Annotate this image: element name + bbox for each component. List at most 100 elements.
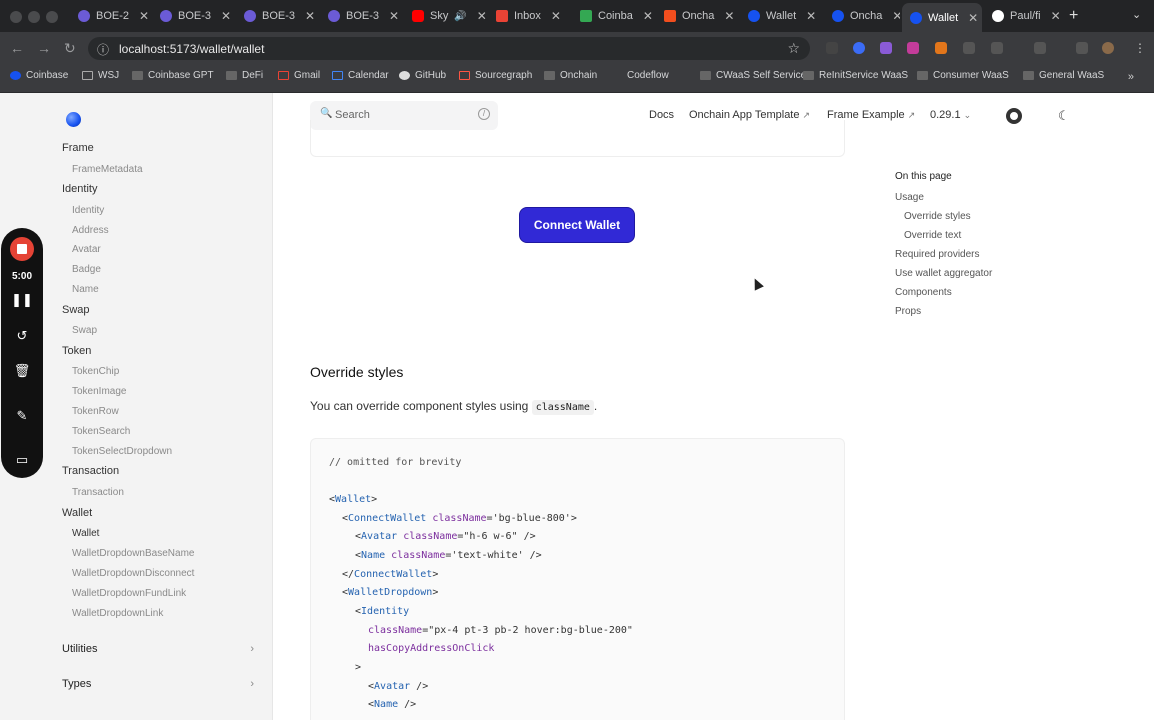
sidebar-item-tokensearch[interactable]: TokenSearch xyxy=(72,426,130,437)
sidebar-item-walletdropdownlink[interactable]: WalletDropdownLink xyxy=(72,608,163,619)
bookmark-item[interactable]: GitHub xyxy=(399,70,446,81)
bookmark-item[interactable]: CWaaS Self Service xyxy=(700,70,806,81)
sidebar-item-transaction[interactable]: Transaction xyxy=(72,487,124,498)
sidebar-group-transaction[interactable]: Transaction xyxy=(62,465,119,477)
bookmark-item[interactable]: Sourcegraph xyxy=(459,70,532,81)
toc-link-usage[interactable]: Usage xyxy=(895,192,924,203)
close-tab-icon[interactable]: ✕ xyxy=(1051,9,1061,23)
close-tab-icon[interactable]: ✕ xyxy=(305,9,315,23)
close-tab-icon[interactable]: ✕ xyxy=(139,9,149,23)
browser-tab-active[interactable]: Wallet ✕ xyxy=(902,3,982,32)
restart-icon[interactable]: ↺ xyxy=(1,328,43,344)
browser-tab[interactable]: Coinba ✕ xyxy=(572,4,654,28)
sidebar-item-badge[interactable]: Badge xyxy=(72,264,101,275)
back-icon[interactable]: ← xyxy=(10,40,24,56)
side-panel-icon[interactable] xyxy=(1034,42,1046,54)
bookmark-item[interactable]: General WaaS xyxy=(1023,70,1104,81)
bookmark-item[interactable]: Codeflow xyxy=(627,70,669,81)
bookmark-item[interactable]: Coinbase GPT xyxy=(132,70,214,81)
browser-tab[interactable]: Sky 🔊 ✕ xyxy=(404,4,486,28)
sidebar-item-tokenrow[interactable]: TokenRow xyxy=(72,406,119,417)
extension-icon[interactable] xyxy=(826,42,838,54)
toc-link-override-styles[interactable]: Override styles xyxy=(904,211,971,222)
speaker-icon[interactable]: 🔊 xyxy=(454,11,466,22)
new-tab-icon[interactable]: + xyxy=(1069,7,1078,25)
theme-toggle-icon[interactable]: ☾ xyxy=(1058,108,1070,124)
onchainkit-logo[interactable] xyxy=(66,112,81,127)
browser-tab[interactable]: BOE-3 ✕ xyxy=(152,4,234,28)
sidebar-item-name[interactable]: Name xyxy=(72,284,99,295)
bookmark-item[interactable]: DeFi xyxy=(226,70,263,81)
minimize-window-button[interactable] xyxy=(28,11,40,23)
sidebar-item-swap[interactable]: Swap xyxy=(72,325,97,336)
sidebar-item-tokenchip[interactable]: TokenChip xyxy=(72,366,119,377)
draw-icon[interactable]: ✎ xyxy=(1,408,43,424)
bookmark-item[interactable]: ReInitService WaaS xyxy=(803,70,908,81)
sidebar-group-token[interactable]: Token xyxy=(62,345,91,357)
bookmark-item[interactable]: Onchain xyxy=(544,70,597,81)
browser-tab[interactable]: BOE-3 ✕ xyxy=(236,4,318,28)
sidebar-item-walletdropdowndisconnect[interactable]: WalletDropdownDisconnect xyxy=(72,568,194,579)
media-icon[interactable] xyxy=(1076,42,1088,54)
address-url[interactable]: localhost:5173/wallet/wallet xyxy=(119,42,264,56)
trash-icon[interactable]: 🗑 xyxy=(1,363,43,379)
toc-link-required-providers[interactable]: Required providers xyxy=(895,249,980,260)
browser-tab[interactable]: Oncha ✕ xyxy=(656,4,738,28)
forward-icon[interactable]: → xyxy=(37,40,51,56)
extension-icon[interactable] xyxy=(907,42,919,54)
sidebar-item-walletdropdownbasename[interactable]: WalletDropdownBaseName xyxy=(72,548,194,559)
close-tab-icon[interactable]: ✕ xyxy=(551,9,561,23)
sidebar-item-tokenimage[interactable]: TokenImage xyxy=(72,386,126,397)
bookmark-star-icon[interactable]: ☆ xyxy=(787,40,800,57)
reload-icon[interactable]: ↻ xyxy=(64,40,76,57)
maximize-window-button[interactable] xyxy=(46,11,58,23)
extensions-puzzle-icon[interactable] xyxy=(991,42,1003,54)
tab-search-chevron-icon[interactable]: ⌄ xyxy=(1132,8,1141,21)
pause-icon[interactable]: ❚❚ xyxy=(1,292,43,308)
sidebar-item-framemetadata[interactable]: FrameMetadata xyxy=(72,164,143,175)
close-window-button[interactable] xyxy=(10,11,22,23)
bookmark-item[interactable]: Consumer WaaS xyxy=(917,70,1009,81)
bookmark-item[interactable]: Calendar xyxy=(332,70,389,81)
profile-avatar[interactable] xyxy=(1102,42,1114,54)
close-tab-icon[interactable]: ✕ xyxy=(477,9,486,23)
browser-tab[interactable]: Oncha ✕ xyxy=(824,4,900,28)
browser-tab[interactable]: Paul/fi ✕ xyxy=(984,4,1064,28)
sidebar-collapsible-types[interactable]: Types › xyxy=(62,678,254,690)
metamask-icon[interactable] xyxy=(935,42,947,54)
sidebar-collapsible-utilities[interactable]: Utilities › xyxy=(62,643,254,655)
toc-link-use-wallet-aggregator[interactable]: Use wallet aggregator xyxy=(895,268,992,279)
toc-link-components[interactable]: Components xyxy=(895,287,952,298)
bookmark-item[interactable]: Gmail xyxy=(278,70,320,81)
sidebar-item-wallet[interactable]: Wallet xyxy=(72,528,99,539)
close-tab-icon[interactable]: ✕ xyxy=(968,11,978,25)
site-info-icon[interactable]: ⓘ xyxy=(97,41,109,58)
close-tab-icon[interactable]: ✕ xyxy=(221,9,231,23)
toc-link-props[interactable]: Props xyxy=(895,306,921,317)
sidebar-group-wallet[interactable]: Wallet xyxy=(62,507,92,519)
browser-tab[interactable]: BOE-3 ✕ xyxy=(320,4,402,28)
bookmark-item[interactable]: WSJ xyxy=(82,70,119,81)
address-bar[interactable]: ⓘ localhost:5173/wallet/wallet ☆ xyxy=(88,37,810,60)
version-dropdown[interactable]: 0.29.1 ⌄ xyxy=(930,109,971,121)
toc-link-override-text[interactable]: Override text xyxy=(904,230,961,241)
sidebar-item-tokenselectdropdown[interactable]: TokenSelectDropdown xyxy=(72,446,172,457)
sidebar-group-swap[interactable]: Swap xyxy=(62,304,90,316)
browser-tab[interactable]: BOE-2 ✕ xyxy=(70,4,150,28)
sidebar-item-avatar[interactable]: Avatar xyxy=(72,244,101,255)
bookmark-item[interactable]: Coinbase xyxy=(10,70,68,81)
sidebar-group-frame[interactable]: Frame xyxy=(62,142,94,154)
close-tab-icon[interactable]: ✕ xyxy=(806,9,816,23)
close-tab-icon[interactable]: ✕ xyxy=(892,9,900,23)
stop-recording-button[interactable] xyxy=(10,237,34,261)
sidebar-group-identity[interactable]: Identity xyxy=(62,183,97,195)
close-tab-icon[interactable]: ✕ xyxy=(724,9,734,23)
sidebar-item-walletdropdownfundlink[interactable]: WalletDropdownFundLink xyxy=(72,588,186,599)
browser-tab[interactable]: Wallet ✕ xyxy=(740,4,822,28)
github-icon[interactable] xyxy=(1006,108,1022,124)
extension-icon[interactable] xyxy=(963,42,975,54)
browser-menu-icon[interactable]: ⋮ xyxy=(1134,41,1146,55)
browser-tab[interactable]: Inbox ✕ xyxy=(488,4,570,28)
extension-icon[interactable] xyxy=(853,42,865,54)
camera-icon[interactable]: ▭ xyxy=(1,452,43,468)
